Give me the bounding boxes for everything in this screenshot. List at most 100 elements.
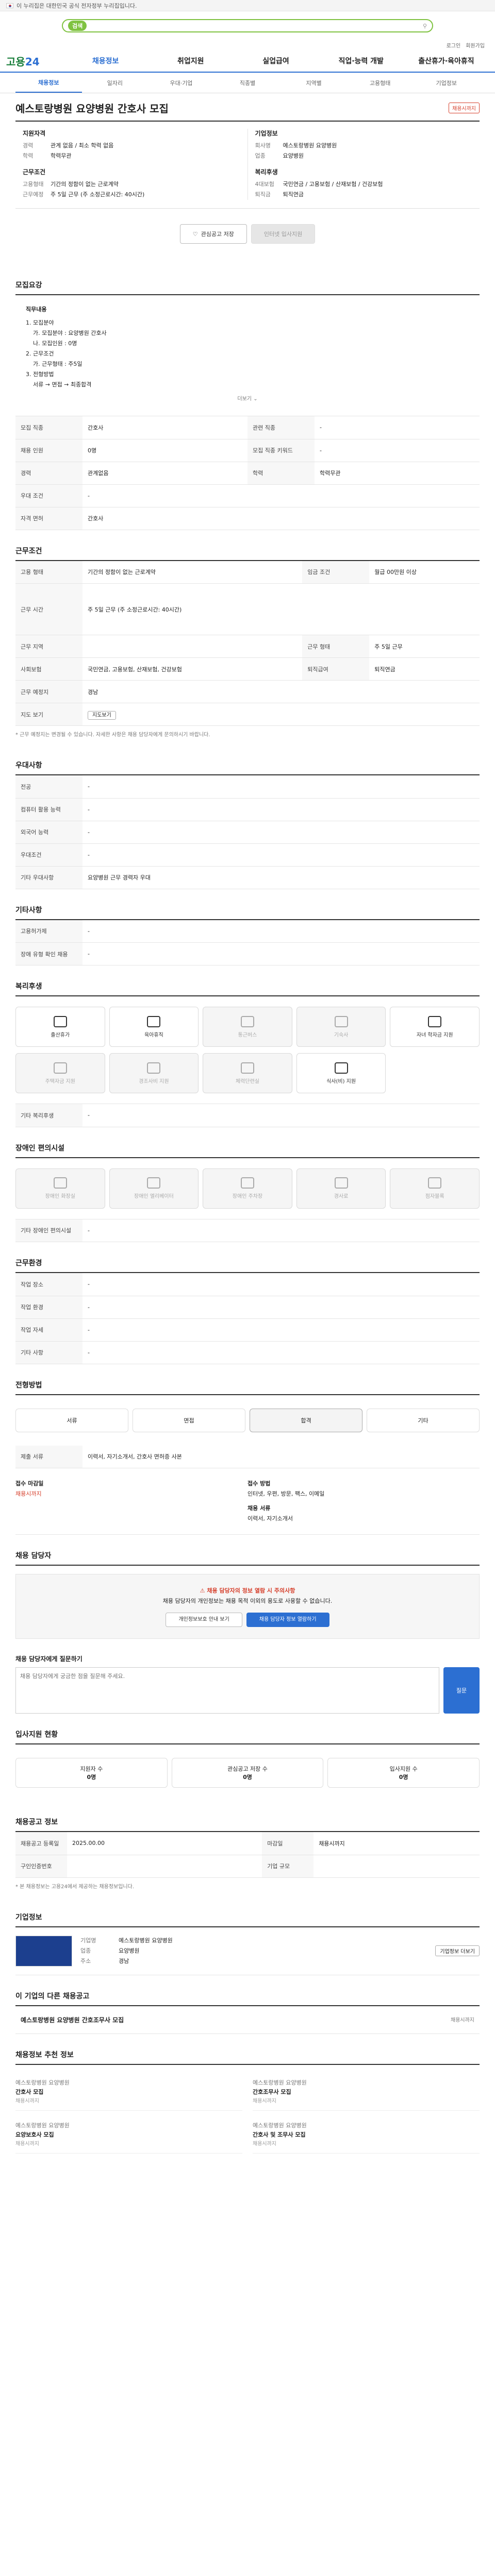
company-key: 기업명 (80, 1937, 96, 1944)
inquiry-textarea[interactable] (15, 1667, 439, 1714)
inquiry-submit-button[interactable]: 질문 (443, 1667, 480, 1714)
apply-button[interactable]: 인터넷 입사지원 (251, 224, 316, 244)
table-cell: 0명 (82, 439, 248, 462)
benefit-label: 체력단련실 (235, 1078, 259, 1084)
summary-key: 회사명 (255, 142, 271, 149)
join-link[interactable]: 회원가입 (466, 41, 485, 49)
subnav-item[interactable]: 채용정보 (15, 78, 82, 93)
recommend-company: 예스토랑병원 요양병원 (253, 2122, 307, 2129)
scrap-button[interactable]: ♡ 관심공고 저장 (179, 224, 247, 244)
facility-card: 장애인 엘리베이터 (109, 1168, 199, 1209)
site-logo[interactable]: 고용24 (6, 54, 63, 69)
recommend-card[interactable]: 예스토랑병원 요양병원 간호사 모집 채용시까지 (15, 2074, 242, 2111)
summary-key: 업종 (255, 152, 266, 159)
facility-label: 장애인 주차장 (232, 1194, 263, 1199)
status-section: 입사지원 현황 지원자 수 0명 관심공고 저장 수 0명 입사지원 수 0명 (15, 1729, 480, 1801)
benefit-label: 경조사비 지원 (139, 1078, 169, 1084)
login-link[interactable]: 로그인 (447, 41, 461, 49)
table-cell: - (82, 775, 480, 799)
recommend-section: 채용정보 추천 정보 예스토랑병원 요양병원 간호사 모집 채용시까지 예스토랑병원… (15, 2049, 480, 2174)
subnav-item[interactable]: 지역별 (280, 79, 347, 87)
duty-line: 가. 근무형태 : 주5일 (33, 361, 82, 367)
main-content: 예스토랑병원 요양병원 간호사 모집 채용시까지 지원자격 경력 관계 없음 / … (15, 93, 480, 2174)
chevron-down-icon: ⌄ (253, 396, 258, 402)
table-header: 퇴직급여 (302, 657, 370, 681)
company-row: 업종 요양병원 (80, 1946, 427, 1956)
benefit-label: 출산휴가 (51, 1032, 70, 1038)
table-header: 마감일 (262, 1832, 314, 1855)
company-row: 기업명 예스토랑병원 요양병원 (80, 1936, 427, 1946)
gym-icon (240, 1062, 254, 1074)
info-table: 채용공고 등록일 2025.00.00 마감일 채용시까지 구인인증번호 기업 규모 (15, 1832, 480, 1878)
summary-value: 주 5일 근무 (주 소정근로시간: 40시간) (51, 191, 145, 198)
benefit-label: 기숙사 (334, 1032, 349, 1038)
benefit-label: 식사(비) 지원 (326, 1078, 356, 1084)
search-input[interactable]: 검색 ⚲ (62, 19, 433, 32)
apply-info-col: 접수 마감일 채용시까지 (15, 1479, 248, 1524)
subnav-item[interactable]: 직종별 (214, 79, 281, 87)
contact-warning: ⚠ 채용 담당자의 정보 열람 시 주의사항 (27, 1586, 468, 1596)
table-header: 근무 형태 (302, 635, 370, 658)
table-cell: - (82, 942, 480, 965)
table-header: 관련 직종 (248, 416, 315, 439)
privacy-guide-button[interactable]: 개인정보보호 안내 보기 (166, 1613, 242, 1627)
recommend-card[interactable]: 예스토랑병원 요양병원 간호사 및 조무사 모집 채용시까지 (253, 2117, 480, 2154)
facility-label: 점자블록 (425, 1194, 444, 1199)
summary-key: 경력 (23, 142, 34, 149)
gnb-item-training[interactable]: 직업·능력 개발 (319, 56, 404, 66)
table-header: 기타 장애인 편의시설 (15, 1219, 82, 1242)
table-header: 기타 복리후생 (15, 1104, 82, 1127)
summary-row: 퇴직금 퇴직연금 (255, 190, 473, 200)
table-header: 전공 (15, 775, 82, 799)
table-cell: 월급 00만원 이상 (369, 561, 480, 584)
section-title: 복리후생 (15, 981, 480, 996)
table-cell: - (82, 1104, 480, 1127)
subnav-item[interactable]: 기업정보 (413, 79, 480, 87)
maternity-icon (53, 1015, 67, 1027)
benefit-card: 주택자금 지원 (15, 1053, 105, 1093)
table-cell: 이력서, 자기소개서, 간호사 면허증 사본 (82, 1445, 480, 1468)
job-title: 예스토랑병원 요양병원 간호사 모집 (15, 103, 169, 115)
company-logo (15, 1935, 72, 1967)
gnb-item-support[interactable]: 취업지원 (148, 56, 233, 66)
logo-text-b: 24 (25, 55, 40, 68)
recommend-card[interactable]: 예스토랑병원 요양병원 요양보호사 모집 채용시까지 (15, 2117, 242, 2154)
action-buttons: ♡ 관심공고 저장 인터넷 입사지원 (15, 209, 480, 264)
more-button[interactable]: 더보기 ⌄ (26, 390, 469, 405)
gnb-item-jobs[interactable]: 채용정보 (63, 56, 148, 66)
table-header: 임금 조건 (302, 561, 370, 584)
table-header: 컴퓨터 활용 능력 (15, 798, 82, 821)
process-step: 면접 (133, 1408, 245, 1432)
subnav-item[interactable]: 고용형태 (347, 79, 414, 87)
recommend-card[interactable]: 예스토랑병원 요양병원 간호조무사 모집 채용시까지 (253, 2074, 480, 2111)
table-row: 채용 인원 0명 모집 직종 키워드 - (15, 439, 480, 462)
company-more-button[interactable]: 기업정보 더보기 (435, 1945, 480, 1956)
table-row: 근무 지역 근무 형태 주 5일 근무 (15, 635, 480, 658)
summary-col-1: 지원자격 경력 관계 없음 / 최소 학력 없음 학력 학력무관 근무조건 고용형태… (15, 129, 248, 200)
search-icon[interactable]: ⚲ (423, 23, 427, 29)
table-cell: 관계없음 (82, 462, 248, 485)
summary-value: 학력무관 (51, 152, 72, 159)
duty-line: 1. 모집분야 (26, 319, 54, 326)
summary-row: 경력 관계 없음 / 최소 학력 없음 (23, 141, 240, 151)
gnb-item-unemployment[interactable]: 실업급여 (233, 56, 318, 66)
section-title: 입사지원 현황 (15, 1729, 480, 1744)
map-button[interactable]: 지도보기 (88, 711, 116, 720)
recommend-company: 예스토랑병원 요양병원 (15, 2079, 70, 2086)
subnav-item[interactable]: 일자리 (82, 79, 148, 87)
summary-key: 퇴직금 (255, 191, 271, 198)
table-header: 모집 직종 (15, 416, 82, 439)
recommend-title: 간호사 모집 (15, 2088, 44, 2095)
related-job[interactable]: 예스토랑병원 요양병원 간호조무사 모집 채용시까지 (15, 2006, 480, 2034)
recommend-title: 요양보호사 모집 (15, 2131, 54, 2138)
view-contact-button[interactable]: 채용 담당자 정보 열람하기 (246, 1613, 329, 1627)
section-title: 채용공고 정보 (15, 1817, 480, 1832)
table-cell: - (82, 1341, 480, 1364)
summary-value: 관계 없음 / 최소 학력 없음 (51, 142, 114, 149)
contact-box: ⚠ 채용 담당자의 정보 열람 시 주의사항 채용 담당자의 개인정보는 채용 … (15, 1574, 480, 1639)
facility-card: 점자블록 (390, 1168, 480, 1209)
table-row: 제출 서류 이력서, 자기소개서, 간호사 면허증 사본 (15, 1445, 480, 1468)
gnb-item-leave[interactable]: 출산휴가·육아휴직 (404, 56, 489, 66)
contact-buttons: 개인정보보호 안내 보기 채용 담당자 정보 열람하기 (27, 1613, 468, 1627)
subnav-item[interactable]: 우대·기업 (148, 79, 214, 87)
